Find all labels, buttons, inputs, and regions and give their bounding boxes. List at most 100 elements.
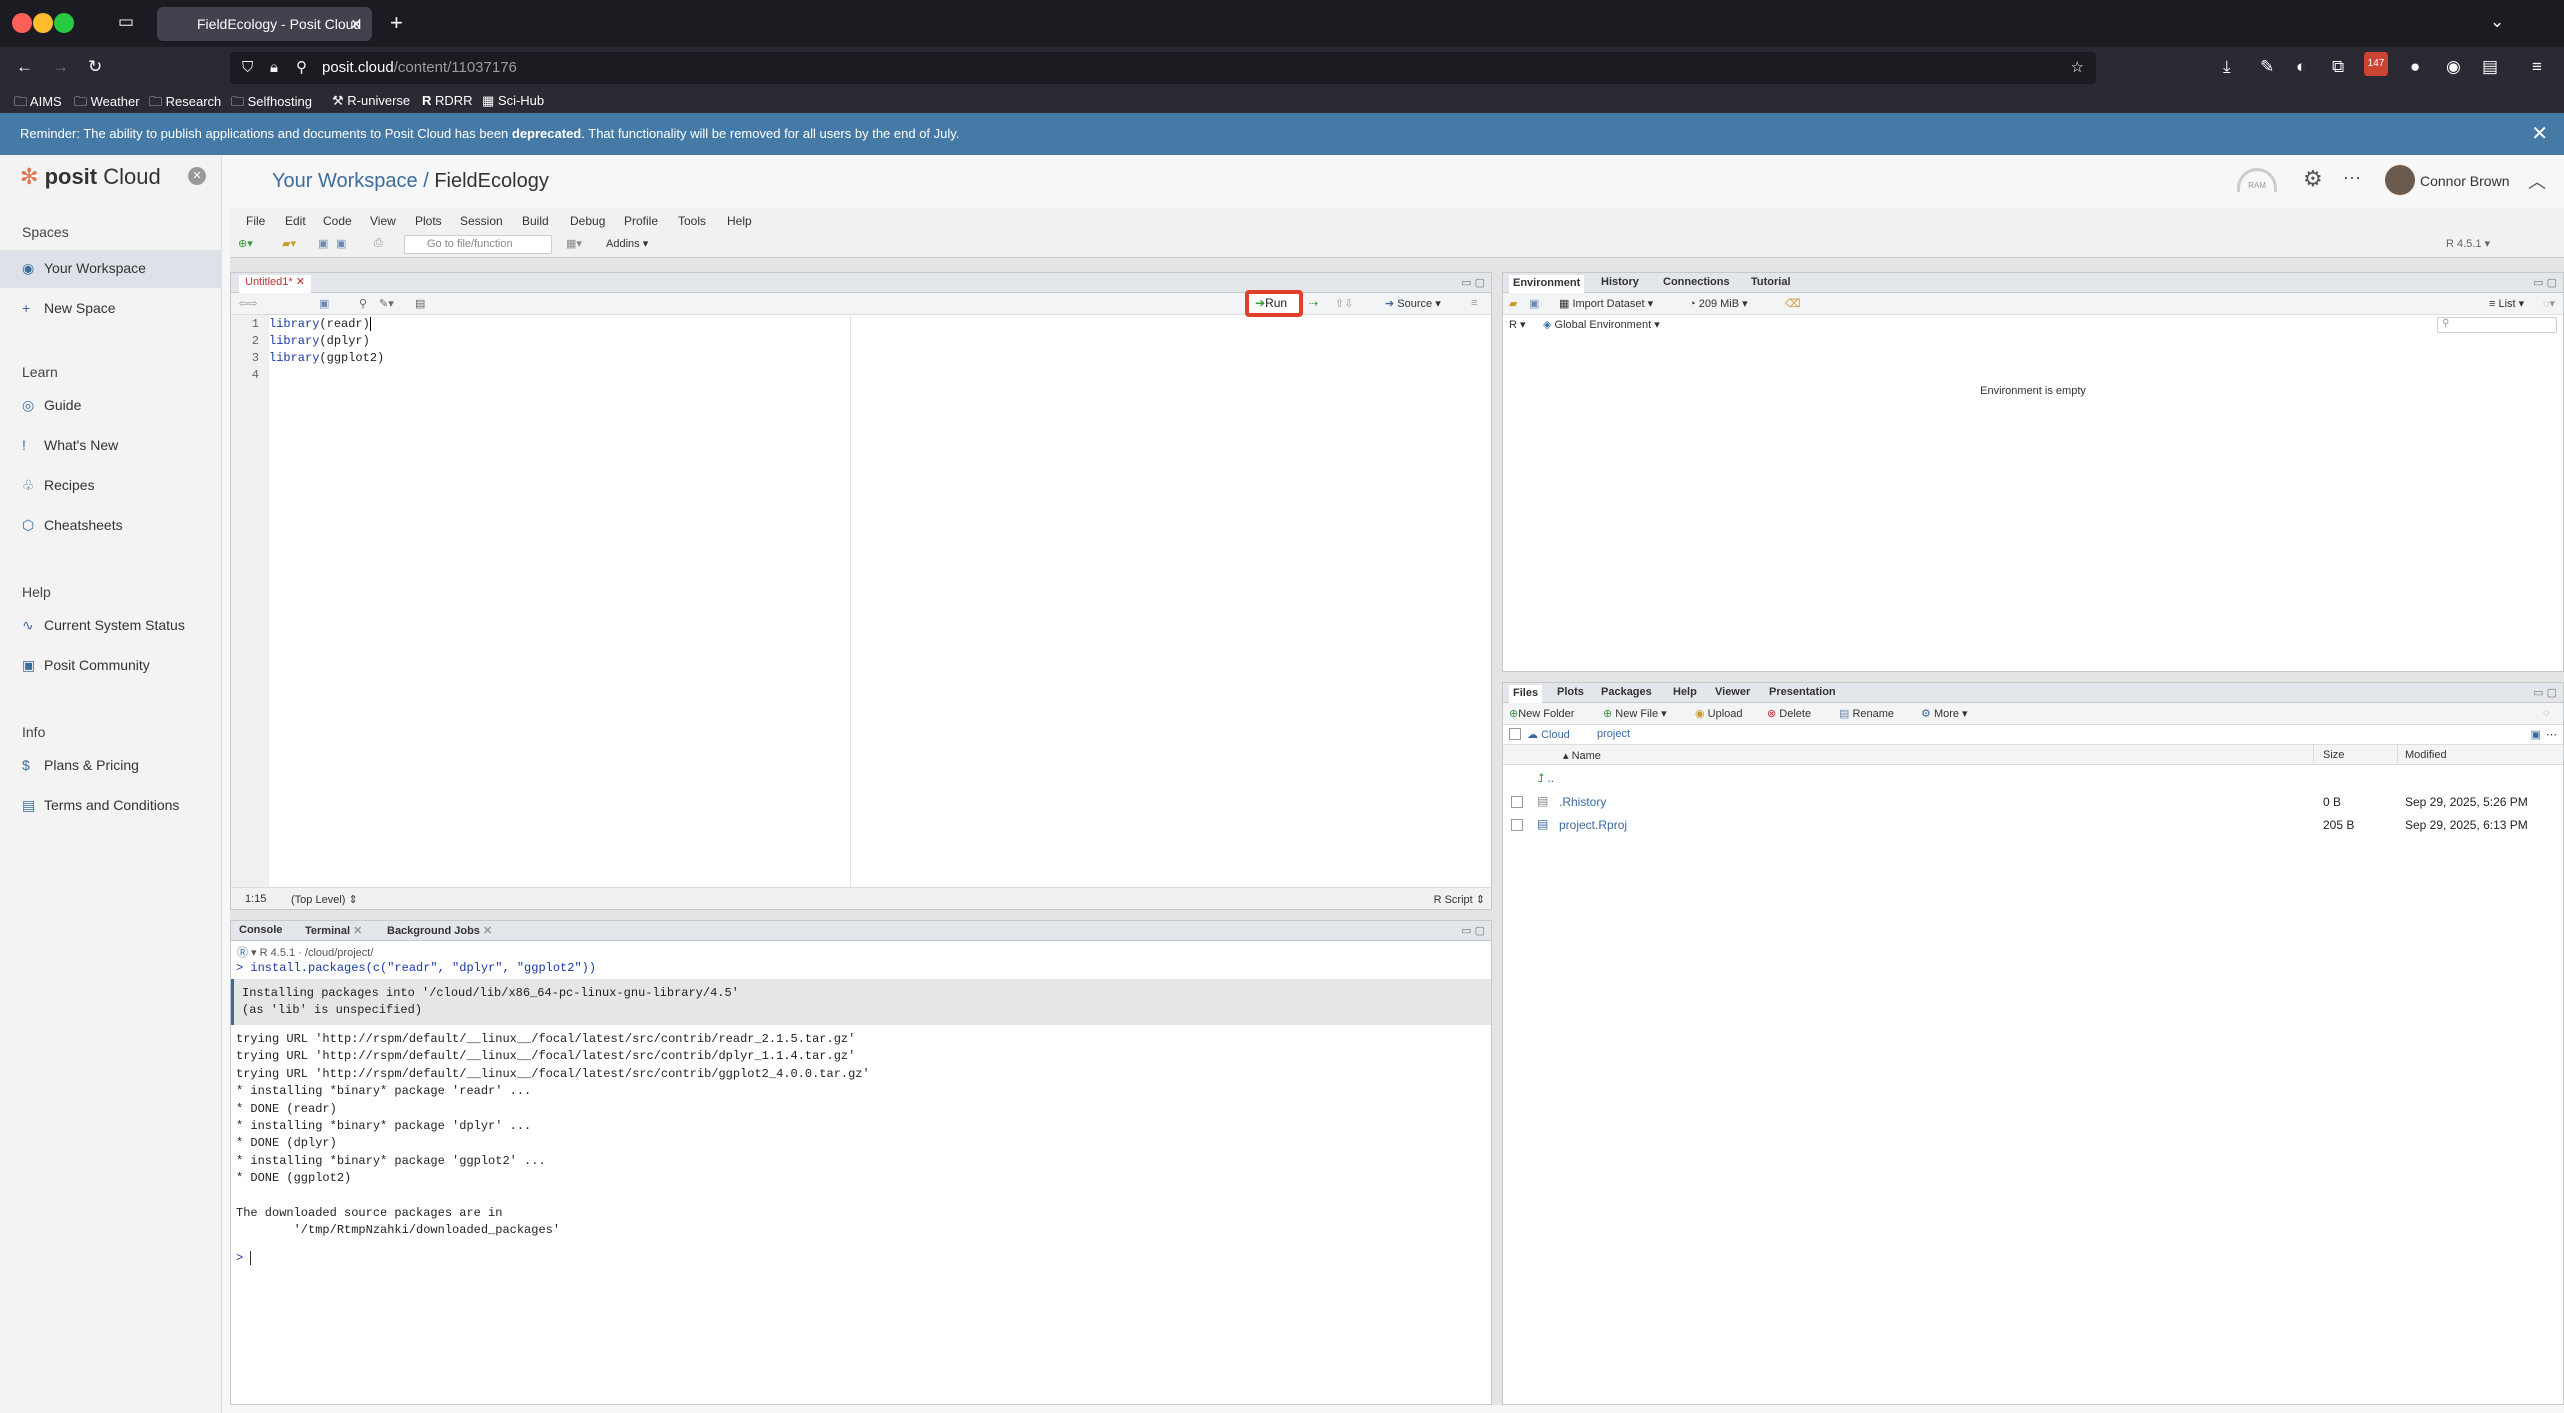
lock-icon[interactable]: 🔒︎	[270, 52, 278, 84]
load-workspace-icon[interactable]: ▰	[1509, 297, 1517, 310]
file-name-link[interactable]: .Rhistory	[1559, 795, 1606, 809]
tab-environment[interactable]: Environment	[1509, 275, 1585, 293]
tab-terminal[interactable]: Terminal ✕	[305, 924, 362, 937]
sidebar-item-cheatsheets[interactable]: ⬡ Cheatsheets	[22, 517, 123, 534]
bookmark-rdrr[interactable]: R RDRR	[422, 93, 473, 108]
files-maximize-icon[interactable]: ▭ ▢	[2533, 686, 2557, 699]
files-path-project[interactable]: project	[1597, 728, 1630, 740]
tab-untitled1[interactable]: Untitled1* ✕	[239, 275, 311, 293]
menu-edit[interactable]: Edit	[285, 214, 306, 228]
menu-plots[interactable]: Plots	[415, 214, 442, 228]
import-dataset-dropdown[interactable]: ▦ Import Dataset ▾	[1559, 297, 1653, 310]
outline-icon[interactable]: ≡	[1471, 297, 1477, 309]
menu-view[interactable]: View	[370, 214, 396, 228]
sidebar-item-terms[interactable]: ▤ Terms and Conditions	[22, 797, 179, 814]
code-line[interactable]: 2 library(dplyr)	[231, 334, 831, 351]
more-options-icon[interactable]: ⋯	[2343, 168, 2361, 189]
extension-badge[interactable]: 147	[2364, 52, 2388, 76]
rerun-icon[interactable]: ⇢	[1309, 297, 1318, 310]
tab-help[interactable]: Help	[1673, 686, 1697, 698]
project-icon[interactable]: ▣	[2531, 728, 2541, 741]
open-file-icon[interactable]: ▰▾	[282, 237, 296, 250]
menu-profile[interactable]: Profile	[624, 214, 658, 228]
shield-icon[interactable]: ⛉	[242, 52, 253, 84]
back-icon[interactable]: ←	[16, 57, 33, 77]
back-source-icon[interactable]: ⇦⇨	[239, 297, 257, 310]
bookmark-research[interactable]: 🗀 Research	[149, 93, 221, 115]
menu-build[interactable]: Build	[522, 214, 549, 228]
sidebar-item-whats-new[interactable]: ! What's New	[22, 437, 118, 453]
browser-tab[interactable]: FieldEcology - Posit Cloud ✕	[157, 7, 372, 41]
console-maximize-icon[interactable]: ▭ ▢	[1461, 924, 1485, 937]
code-line[interactable]: 3 library(ggplot2)	[231, 351, 831, 368]
sidebar-item-recipes[interactable]: ♧ Recipes	[22, 477, 95, 494]
upload-button[interactable]: ◉ Upload	[1695, 707, 1743, 720]
tab-tutorial[interactable]: Tutorial	[1751, 276, 1791, 288]
files-more-icon[interactable]: ⋯	[2546, 728, 2557, 741]
save-workspace-icon[interactable]: ▣	[1529, 297, 1539, 310]
close-banner-icon[interactable]: ✕	[2531, 113, 2548, 155]
tab-manager-icon[interactable]: ▭	[118, 12, 134, 32]
tab-history[interactable]: History	[1601, 276, 1639, 288]
tab-viewer[interactable]: Viewer	[1715, 686, 1750, 698]
new-blank-file-button[interactable]: ⊕ New File ▾	[1603, 707, 1667, 720]
global-environment-dropdown[interactable]: ◈ Global Environment ▾	[1543, 318, 1660, 331]
avatar[interactable]	[2385, 165, 2415, 195]
broom-icon[interactable]: ⌫	[1785, 297, 1801, 310]
file-type-dropdown[interactable]: R Script ⇕	[1434, 893, 1485, 906]
menu-tools[interactable]: Tools	[678, 214, 706, 228]
source-button[interactable]: ➔ Source ▾	[1385, 297, 1441, 310]
delete-button[interactable]: ⊗ Delete	[1767, 707, 1811, 720]
addins-dropdown[interactable]: Addins ▾	[606, 237, 648, 250]
table-row[interactable]: ▤ .Rhistory 0 B Sep 29, 2025, 5:26 PM	[1503, 793, 2563, 813]
editor-maximize-icon[interactable]: ▭ ▢	[1461, 276, 1485, 289]
language-dropdown[interactable]: R ▾	[1509, 318, 1526, 331]
table-row[interactable]: ▤ project.Rproj 205 B Sep 29, 2025, 6:13 PM	[1503, 816, 2563, 836]
tab-plots[interactable]: Plots	[1557, 686, 1584, 698]
puzzle-icon[interactable]: ⧉	[2332, 57, 2344, 77]
list-view-dropdown[interactable]: ≡ List ▾	[2489, 297, 2524, 310]
environment-search-input[interactable]: ⚲	[2437, 317, 2557, 333]
refresh-environment-icon[interactable]: ◌▾	[2543, 297, 2555, 310]
collapse-header-icon[interactable]: ︿	[2528, 168, 2546, 194]
breadcrumb-workspace-link[interactable]: Your Workspace	[272, 170, 418, 192]
menu-session[interactable]: Session	[460, 214, 503, 228]
new-tab-icon[interactable]: +	[390, 10, 403, 36]
collapse-sidebar-icon[interactable]: ✕	[188, 167, 206, 185]
notes-icon[interactable]: ▤	[2482, 57, 2498, 77]
extension-icon[interactable]: ◐	[2296, 57, 2306, 77]
file-name-link[interactable]: project.Rproj	[1559, 818, 1627, 832]
environment-maximize-icon[interactable]: ▭ ▢	[2533, 276, 2557, 289]
sidebar-item-your-workspace[interactable]: ◉ Your Workspace	[22, 260, 146, 277]
parent-dir-link[interactable]: ..	[1547, 771, 1554, 785]
new-folder-button[interactable]: ⊕New Folder	[1509, 707, 1574, 720]
layout-grid-icon[interactable]: ▦▾	[566, 237, 582, 250]
close-window-button[interactable]	[12, 13, 32, 33]
select-all-checkbox[interactable]	[1509, 728, 1521, 740]
user-name[interactable]: Connor Brown	[2420, 173, 2510, 189]
file-checkbox[interactable]	[1511, 819, 1523, 831]
more-dropdown[interactable]: ⚙ More ▾	[1921, 707, 1968, 720]
tab-console[interactable]: Console	[239, 924, 282, 936]
go-up-icon[interactable]: ⇧⇩	[1335, 297, 1353, 310]
save-all-icon[interactable]: ▣	[336, 237, 346, 250]
bookmark-selfhosting[interactable]: 🗀 Selfhosting	[231, 93, 312, 115]
memory-usage-dropdown[interactable]: ◔ 209 MiB ▾	[1689, 297, 1748, 310]
find-icon[interactable]: ⚲	[359, 297, 367, 310]
color-icon[interactable]: ◉	[2446, 57, 2461, 77]
console-prompt[interactable]: >	[236, 1251, 259, 1265]
bookmark-star-icon[interactable]: ☆	[2071, 52, 2084, 84]
r-version-dropdown[interactable]: R 4.5.1 ▾	[2446, 237, 2490, 250]
refresh-files-icon[interactable]: ◌	[2543, 707, 2550, 719]
reload-icon[interactable]: ↻	[88, 57, 102, 77]
url-bar[interactable]: ⛉ 🔒︎ ⚲ posit.cloud/content/11037176 ☆	[230, 52, 2096, 84]
permissions-icon[interactable]: ⚲	[296, 52, 307, 84]
forward-icon[interactable]: →	[52, 57, 69, 77]
bookmark-r-universe[interactable]: ⚒ R-universe	[332, 93, 410, 109]
editor-save-icon[interactable]: ▣	[319, 297, 329, 310]
rename-button[interactable]: ▤ Rename	[1839, 707, 1894, 720]
go-to-file-input[interactable]: Go to file/function	[404, 235, 552, 254]
bookmark-aims[interactable]: 🗀 AIMS	[14, 93, 62, 115]
menu-file[interactable]: File	[246, 214, 265, 228]
sidebar-item-community[interactable]: ▣ Posit Community	[22, 657, 150, 674]
